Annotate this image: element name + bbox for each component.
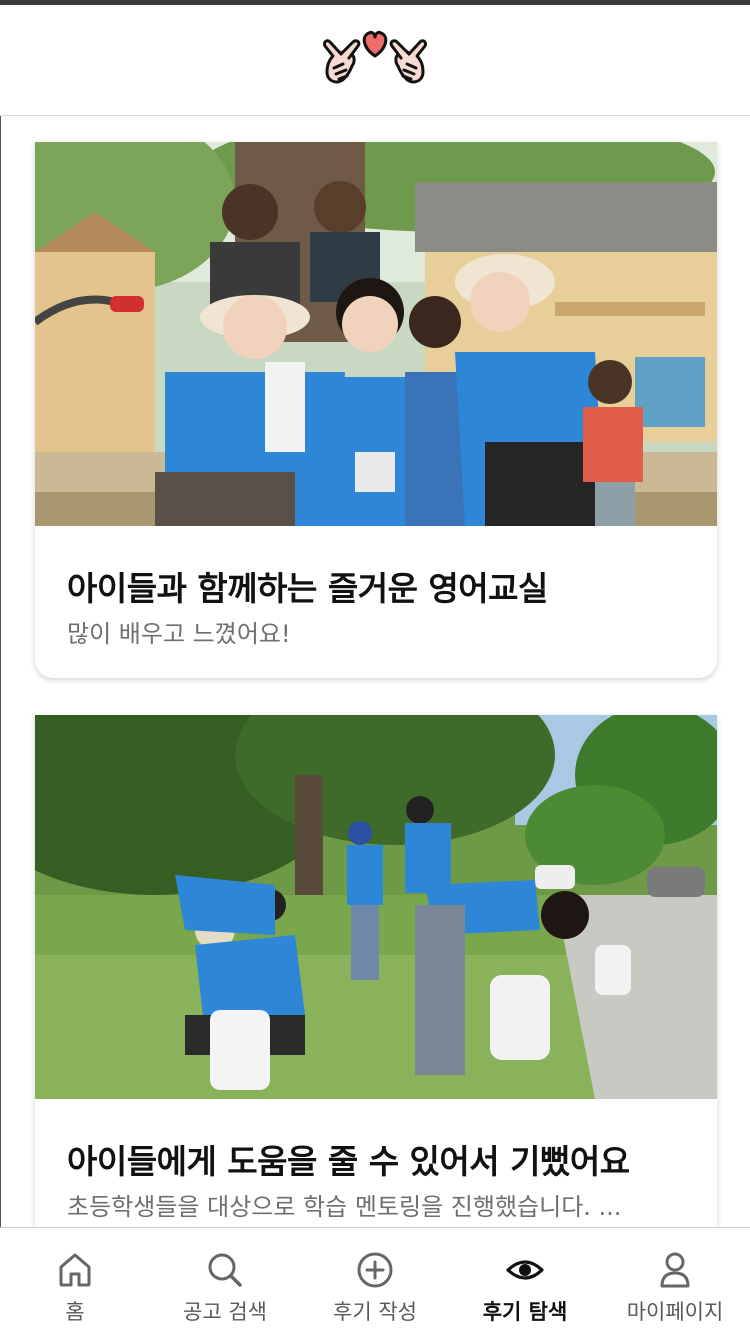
eye-icon (506, 1260, 544, 1280)
nav-explore-reviews[interactable]: 후기 탐색 (450, 1228, 600, 1329)
review-subtitle: 많이 배우고 느꼈어요! (67, 620, 291, 648)
review-photo[interactable] (35, 142, 717, 526)
nav-my-page[interactable]: 마이페이지 (600, 1228, 750, 1329)
pinky-promise-heart-icon[interactable] (319, 26, 431, 90)
nav-home[interactable]: 홈 (0, 1228, 150, 1329)
app-header (0, 5, 750, 116)
review-card[interactable]: 아이들에게 도움을 줄 수 있어서 기뻤어요 초등학생들을 대상으로 학습 멘토… (35, 715, 717, 1227)
review-feed[interactable]: 아이들과 함께하는 즐거운 영어교실 많이 배우고 느꼈어요! 아이들에게 도움… (0, 116, 750, 1227)
user-icon (660, 1252, 690, 1288)
review-photo[interactable] (35, 715, 717, 1099)
review-title: 아이들과 함께하는 즐거운 영어교실 (67, 569, 548, 608)
bottom-navigation: 홈 공고 검색 후기 작성 후기 탐색 마이페이지 (0, 1227, 750, 1329)
review-title: 아이들에게 도움을 줄 수 있어서 기뻤어요 (67, 1142, 630, 1181)
nav-write-review[interactable]: 후기 작성 (300, 1228, 450, 1329)
nav-label: 홈 (65, 1300, 85, 1324)
plus-circle-icon (357, 1252, 393, 1288)
nav-search[interactable]: 공고 검색 (150, 1228, 300, 1329)
nav-label: 후기 탐색 (482, 1300, 568, 1324)
search-icon (208, 1253, 242, 1287)
nav-label: 후기 작성 (333, 1300, 417, 1324)
home-icon (59, 1253, 91, 1287)
review-card[interactable]: 아이들과 함께하는 즐거운 영어교실 많이 배우고 느꼈어요! (35, 142, 717, 678)
review-subtitle: 초등학생들을 대상으로 학습 멘토링을 진행했습니다. ... (67, 1193, 622, 1221)
nav-label: 마이페이지 (626, 1300, 724, 1324)
nav-label: 공고 검색 (183, 1300, 267, 1324)
